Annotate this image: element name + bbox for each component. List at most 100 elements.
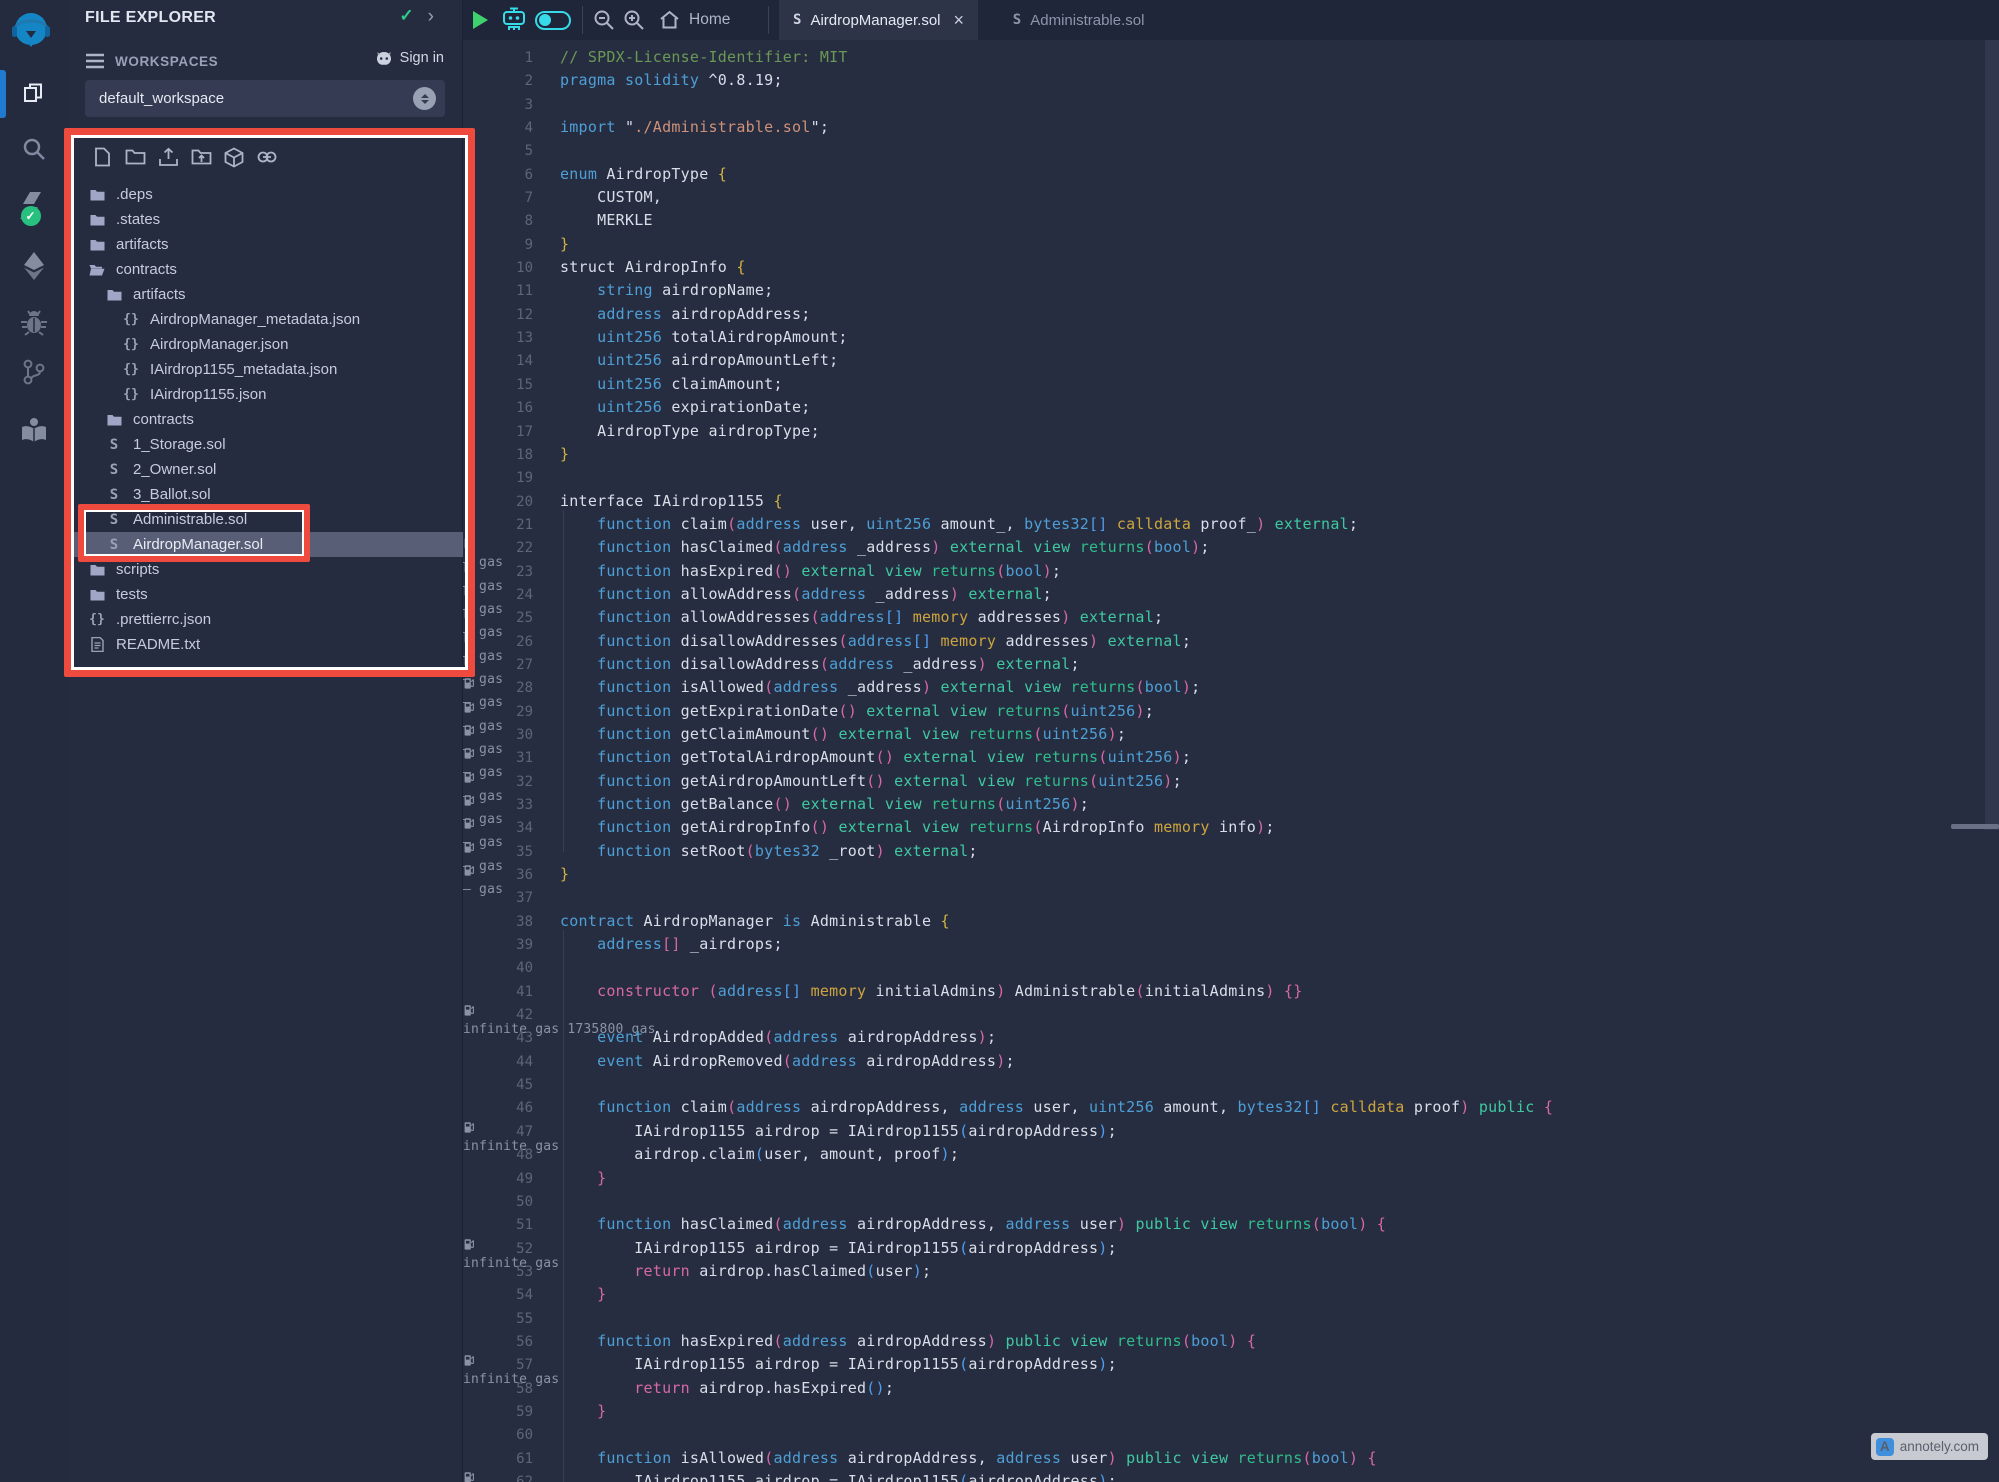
line-number: 54 bbox=[463, 1284, 533, 1307]
line-number: 34 bbox=[463, 817, 533, 840]
accept-check-icon[interactable]: ✓ bbox=[399, 6, 413, 26]
line-number: 42 bbox=[463, 1004, 533, 1027]
code-line: 28 function isAllowed(address _address) … bbox=[463, 676, 1838, 699]
line-number: 5 bbox=[463, 140, 533, 163]
tree-item-tests[interactable]: tests bbox=[67, 582, 463, 607]
bug-icon bbox=[20, 310, 48, 336]
tree-item-label: AirdropManager.json bbox=[150, 336, 288, 353]
tree-item-contracts[interactable]: contracts bbox=[67, 257, 463, 282]
hamburger-menu-icon[interactable] bbox=[85, 53, 105, 69]
close-tab-icon[interactable]: × bbox=[954, 10, 965, 31]
cube-icon[interactable] bbox=[223, 145, 245, 169]
tab-label: Administrable.sol bbox=[1030, 12, 1144, 29]
tree-item-readme-txt[interactable]: README.txt bbox=[67, 632, 463, 657]
sol-icon: S bbox=[105, 462, 123, 478]
tree-item-1-storage-sol[interactable]: S1_Storage.sol bbox=[67, 432, 463, 457]
tree-item-label: Administrable.sol bbox=[133, 511, 247, 528]
tree-item-iairdrop1155-json[interactable]: {}IAirdrop1155.json bbox=[67, 382, 463, 407]
sol-icon: S bbox=[105, 512, 123, 528]
code-line: 31 function getTotalAirdropAmount() exte… bbox=[463, 746, 1838, 769]
line-number: 25 bbox=[463, 607, 533, 630]
tree-item-artifacts[interactable]: artifacts bbox=[67, 232, 463, 257]
tree-item-administrable-sol[interactable]: S Administrable.sol bbox=[67, 507, 463, 532]
run-script-button[interactable] bbox=[471, 0, 489, 40]
editor-scrollbar[interactable] bbox=[1985, 40, 1999, 1482]
upload-folder-icon[interactable] bbox=[190, 145, 212, 169]
tree-item--deps[interactable]: .deps bbox=[67, 182, 463, 207]
tree-item-label: .states bbox=[116, 211, 160, 228]
json-icon: {} bbox=[122, 362, 140, 377]
code-line: 47 IAirdrop1155 airdrop = IAirdrop1155(a… bbox=[463, 1120, 1838, 1143]
tree-item-airdropmanager-json[interactable]: {}AirdropManager.json bbox=[67, 332, 463, 357]
tab-airdropmanager-sol[interactable]: SAirdropManager.sol× bbox=[779, 0, 978, 40]
line-number: 40 bbox=[463, 957, 533, 980]
line-number: 29 bbox=[463, 701, 533, 724]
line-number: 31 bbox=[463, 747, 533, 770]
code-line: 4import "./Administrable.sol"; bbox=[463, 116, 1838, 139]
code-line: 12 address airdropAddress; bbox=[463, 303, 1838, 326]
tree-item-2-owner-sol[interactable]: S2_Owner.sol bbox=[67, 457, 463, 482]
code-line: 42 bbox=[463, 1003, 1838, 1026]
sidebar-item-learneth[interactable] bbox=[0, 410, 67, 450]
tree-item-artifacts[interactable]: artifacts bbox=[67, 282, 463, 307]
toggle-on bbox=[535, 11, 571, 30]
zoom-out-button[interactable] bbox=[592, 0, 616, 40]
code-editor[interactable]: 1// SPDX-License-Identifier: MIT2pragma … bbox=[463, 40, 1999, 1482]
code-line: 21 function claim(address user, uint256 … bbox=[463, 513, 1838, 536]
workspace-dropdown-icon[interactable] bbox=[413, 87, 436, 110]
link-icon[interactable] bbox=[256, 145, 278, 169]
code-area[interactable]: 1// SPDX-License-Identifier: MIT2pragma … bbox=[463, 46, 1838, 1482]
sidebar-item-git[interactable] bbox=[0, 352, 67, 392]
tree-item-iairdrop1155-metadata-json[interactable]: {}IAirdrop1155_metadata.json bbox=[67, 357, 463, 382]
zoom-in-button[interactable] bbox=[622, 0, 646, 40]
tree-item-airdropmanager-sol[interactable]: SAirdropManager.sol bbox=[67, 532, 463, 557]
code-line: 19 bbox=[463, 466, 1838, 489]
tab-administrable-sol[interactable]: SAdministrable.sol bbox=[999, 0, 1159, 40]
git-branch-icon bbox=[21, 358, 47, 386]
code-line: 33 function getBalance() external view r… bbox=[463, 793, 1838, 816]
annotely-watermark: A annotely.com bbox=[1871, 1433, 1988, 1460]
tree-item--prettierrc-json[interactable]: {}.prettierrc.json bbox=[67, 607, 463, 632]
code-line: 1// SPDX-License-Identifier: MIT bbox=[463, 46, 1838, 69]
code-line: 43 event AirdropAdded(address airdropAdd… bbox=[463, 1026, 1838, 1049]
sol-icon: S bbox=[105, 537, 123, 553]
sidebar-item-file-explorer[interactable] bbox=[0, 74, 67, 114]
code-line: 48 airdrop.claim(user, amount, proof); bbox=[463, 1143, 1838, 1166]
line-number: 44 bbox=[463, 1051, 533, 1074]
tree-item-3-ballot-sol[interactable]: S3_Ballot.sol bbox=[67, 482, 463, 507]
ethereum-icon bbox=[22, 251, 46, 281]
json-icon: {} bbox=[88, 612, 106, 627]
line-number: 14 bbox=[463, 350, 533, 373]
line-number: 52 bbox=[463, 1238, 533, 1261]
folder-open-icon bbox=[88, 264, 106, 276]
remix-logo[interactable] bbox=[7, 7, 55, 55]
sidebar-item-solidity-compiler[interactable]: ✓ bbox=[0, 186, 67, 226]
code-line: 25 function allowAddresses(address[] mem… bbox=[463, 606, 1838, 629]
sidebar-item-search[interactable] bbox=[0, 129, 67, 169]
sidebar-item-deploy-run[interactable] bbox=[0, 246, 67, 286]
tree-item-contracts[interactable]: contracts bbox=[67, 407, 463, 432]
tab-home[interactable]: Home bbox=[659, 0, 730, 40]
line-number: 16 bbox=[463, 397, 533, 420]
tree-item--states[interactable]: .states bbox=[67, 207, 463, 232]
code-line: 22 function hasClaimed(address _address)… bbox=[463, 536, 1838, 559]
sidebar-item-debugger[interactable] bbox=[0, 303, 67, 343]
ai-copilot-toggle[interactable] bbox=[535, 0, 571, 40]
workspace-select[interactable]: default_workspace bbox=[85, 80, 445, 117]
line-number: 30 bbox=[463, 724, 533, 747]
upload-file-icon[interactable] bbox=[157, 145, 179, 169]
chevron-right-icon[interactable]: › bbox=[428, 7, 434, 26]
line-number: 15 bbox=[463, 374, 533, 397]
scrollbar-thumb[interactable] bbox=[1985, 40, 1999, 830]
github-sign-in[interactable]: Sign in bbox=[375, 50, 444, 66]
code-line: 59 } bbox=[463, 1400, 1838, 1423]
new-folder-icon[interactable] bbox=[124, 145, 146, 169]
line-number: 27 bbox=[463, 654, 533, 677]
tree-item-airdropmanager-metadata-json[interactable]: {}AirdropManager_metadata.json bbox=[67, 307, 463, 332]
workspaces-label: WORKSPACES bbox=[115, 54, 218, 69]
tree-item-scripts[interactable]: scripts bbox=[67, 557, 463, 582]
search-icon bbox=[21, 136, 47, 162]
new-file-icon[interactable] bbox=[91, 145, 113, 169]
line-number: 55 bbox=[463, 1308, 533, 1331]
ai-copilot-icon[interactable] bbox=[500, 0, 528, 40]
